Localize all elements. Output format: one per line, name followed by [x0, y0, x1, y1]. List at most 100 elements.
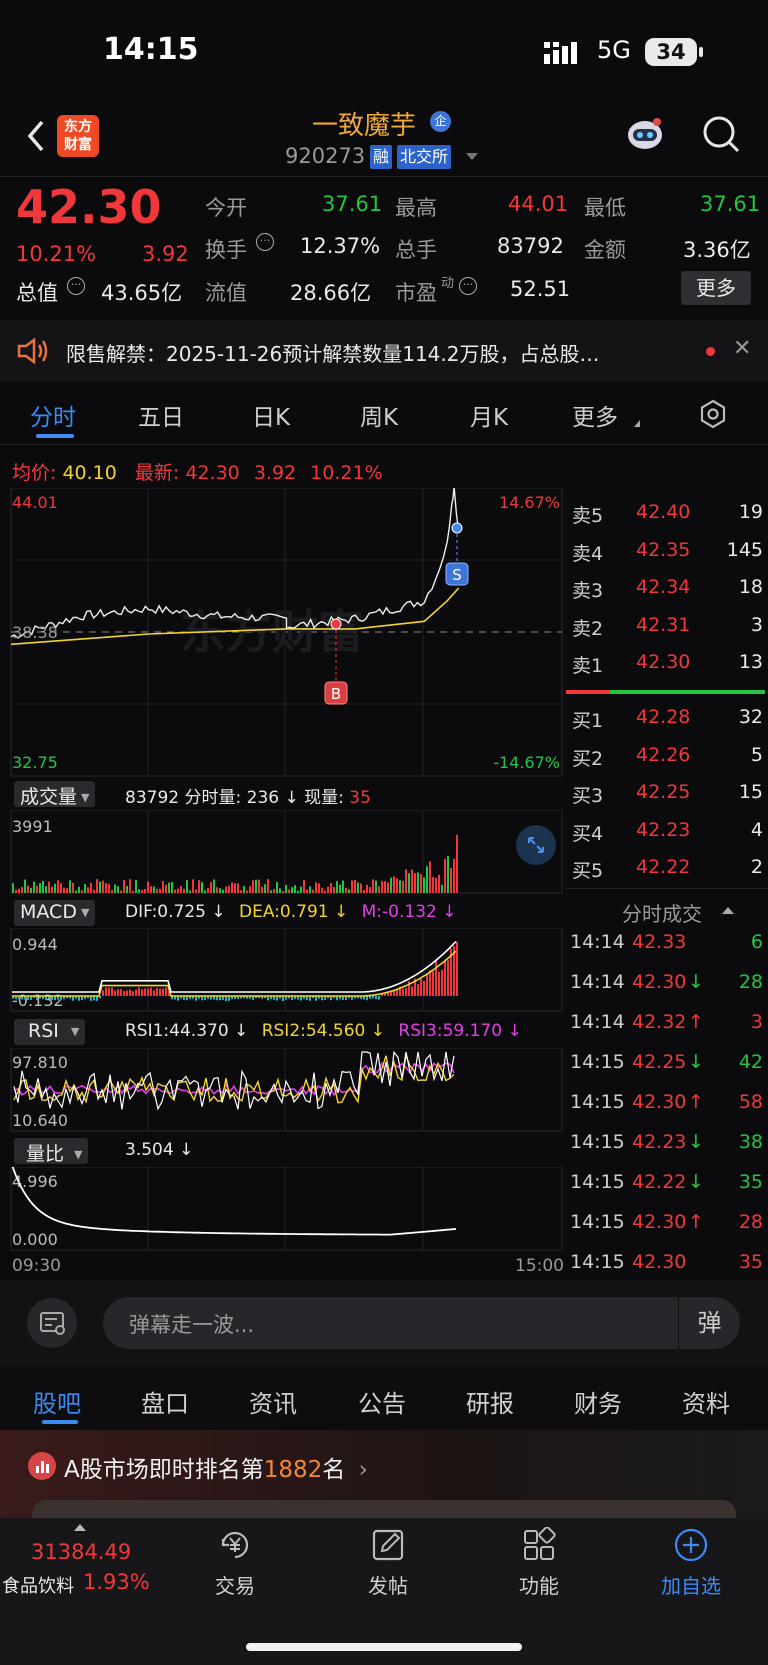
tab-research[interactable]: 研报	[466, 1384, 514, 1419]
rsi-chart[interactable]: 97.810 10.640	[0, 1048, 565, 1132]
ranking-suffix: 名	[322, 1457, 346, 1483]
volume-bar	[72, 882, 74, 893]
search-icon[interactable]	[701, 114, 741, 154]
rsi-max-label: 97.810	[12, 1053, 68, 1072]
amount-value: 3.36亿	[683, 238, 751, 262]
macd-bar	[447, 960, 449, 996]
logo-line1: 东方	[64, 119, 92, 135]
volume-bar	[285, 884, 287, 893]
index-expand-icon[interactable]	[74, 1524, 86, 1531]
volume-indicator-select[interactable]: 成交量 ▼	[14, 781, 96, 808]
volume-bar	[402, 880, 404, 893]
volume-bar	[297, 890, 299, 893]
ranking-banner[interactable]: A股市场即时排名第1882名 ›	[0, 1430, 768, 1530]
expand-chart-button[interactable]	[516, 825, 556, 865]
edit-icon	[372, 1529, 404, 1561]
macd-indicator-select[interactable]: MACD ▼	[14, 900, 96, 926]
macd-chart[interactable]: 0.944 -0.132	[0, 928, 565, 1012]
volume-bar	[48, 881, 50, 893]
volume-bar	[276, 881, 278, 893]
code-dropdown-icon[interactable]	[466, 153, 478, 160]
tab-intraday[interactable]: 分时	[30, 398, 76, 432]
volume-bar	[123, 880, 125, 893]
back-icon[interactable]	[24, 118, 48, 154]
bid-price: 42.22	[636, 856, 691, 878]
macd-bar	[108, 987, 110, 996]
turnover-info-icon[interactable]: ···	[256, 233, 274, 251]
ask-row[interactable]: 卖1 42.30 13	[570, 645, 765, 682]
danmaku-input[interactable]: 弹幕走一波... 弹	[103, 1297, 740, 1349]
macd-bar	[369, 996, 371, 999]
notice-bar[interactable]: 限售解禁：2025-11-26预计解禁数量114.2万股，占总股… ✕	[0, 320, 768, 382]
mktcap-label: 总值	[16, 281, 58, 305]
danmaku-settings-icon[interactable]	[27, 1298, 77, 1348]
ratio-chart[interactable]: 4.996 0.000	[0, 1167, 565, 1253]
volume-bar	[324, 890, 326, 893]
volume-bar	[399, 880, 401, 893]
tab-finance[interactable]: 财务	[574, 1384, 622, 1419]
volume-bar	[231, 882, 233, 893]
nav-functions[interactable]: 功能	[509, 1526, 569, 1599]
bid-row[interactable]: 买1 42.28 32	[570, 700, 765, 737]
volume-bar	[15, 889, 17, 893]
tab-monthly-k[interactable]: 月K	[470, 398, 508, 432]
volume-chart[interactable]: 3991	[0, 810, 565, 894]
danmaku-send-button[interactable]: 弹	[678, 1297, 740, 1349]
bid-row[interactable]: 买4 42.23 4	[570, 813, 765, 850]
tab-announcements[interactable]: 公告	[358, 1384, 406, 1419]
y-high-label: 44.01	[12, 493, 58, 512]
pe-info-icon[interactable]: ···	[459, 277, 477, 295]
macd-bar	[423, 980, 425, 996]
trade-qty: 58	[738, 1091, 763, 1113]
volume-bar	[240, 890, 242, 893]
volume-bar	[312, 889, 314, 893]
time-end-label: 15:00	[515, 1256, 564, 1276]
ask-row[interactable]: 卖2 42.31 3	[570, 608, 765, 645]
tab-news[interactable]: 资讯	[249, 1384, 297, 1419]
ask-row[interactable]: 卖3 42.34 18	[570, 570, 765, 607]
ratio-indicator-select[interactable]: 量比 ▼	[14, 1138, 89, 1165]
ask-row[interactable]: 卖4 42.35 145	[570, 533, 765, 570]
tab-pankou[interactable]: 盘口	[141, 1384, 189, 1419]
volume-bar	[309, 886, 311, 893]
volume-bar	[342, 880, 344, 893]
bid-row[interactable]: 买2 42.26 5	[570, 738, 765, 775]
bid-row[interactable]: 买5 42.22 2	[570, 850, 765, 887]
more-button[interactable]: 更多	[681, 271, 751, 305]
tab-more[interactable]: 更多	[572, 398, 618, 432]
volume-bar	[363, 890, 365, 893]
settings-icon[interactable]	[698, 399, 728, 429]
tab-weekly-k[interactable]: 周K	[360, 398, 398, 432]
macd-bar	[150, 987, 152, 996]
volume-bar	[198, 880, 200, 893]
ask-row[interactable]: 卖5 42.40 19	[570, 495, 765, 532]
stock-code: 920273	[285, 144, 366, 168]
macd-bar	[429, 970, 431, 996]
tab-daily-k[interactable]: 日K	[252, 398, 290, 432]
enterprise-badge: 企	[430, 111, 451, 132]
ask-price: 42.31	[636, 613, 691, 636]
signal-icon	[544, 40, 584, 64]
trade-direction: ↓	[688, 1171, 704, 1193]
mktcap-info-icon[interactable]: ···	[67, 277, 85, 295]
trade-row: 14:15 42.30 ↑ 58	[570, 1083, 765, 1123]
latest-change: 3.92	[253, 462, 297, 484]
tab-five-day[interactable]: 五日	[138, 398, 184, 432]
close-icon[interactable]: ✕	[733, 336, 751, 361]
volume-bar	[303, 879, 305, 893]
volume-bar	[423, 877, 425, 893]
tab-profile[interactable]: 资料	[682, 1384, 730, 1419]
rsi-indicator-select[interactable]: RSI ▼	[14, 1019, 86, 1045]
bid-row[interactable]: 买3 42.25 15	[570, 775, 765, 812]
current-volume-label: 现量:	[304, 788, 344, 808]
robot-assistant-icon[interactable]	[624, 113, 666, 155]
nav-add-watchlist[interactable]: 加自选	[651, 1527, 731, 1599]
index-value[interactable]: 31384.49	[31, 1540, 131, 1564]
volume-bar	[228, 885, 230, 893]
intraday-chart[interactable]: 东方财富 B S 44.01 38.38 32.75 14.67% -14.67…	[0, 488, 565, 778]
bid-level-label: 买5	[572, 860, 604, 882]
nav-trade[interactable]: 交易	[205, 1527, 265, 1599]
tab-guba[interactable]: 股吧	[33, 1384, 81, 1419]
trades-collapse-icon[interactable]	[722, 907, 734, 914]
nav-post[interactable]: 发帖	[358, 1527, 418, 1599]
